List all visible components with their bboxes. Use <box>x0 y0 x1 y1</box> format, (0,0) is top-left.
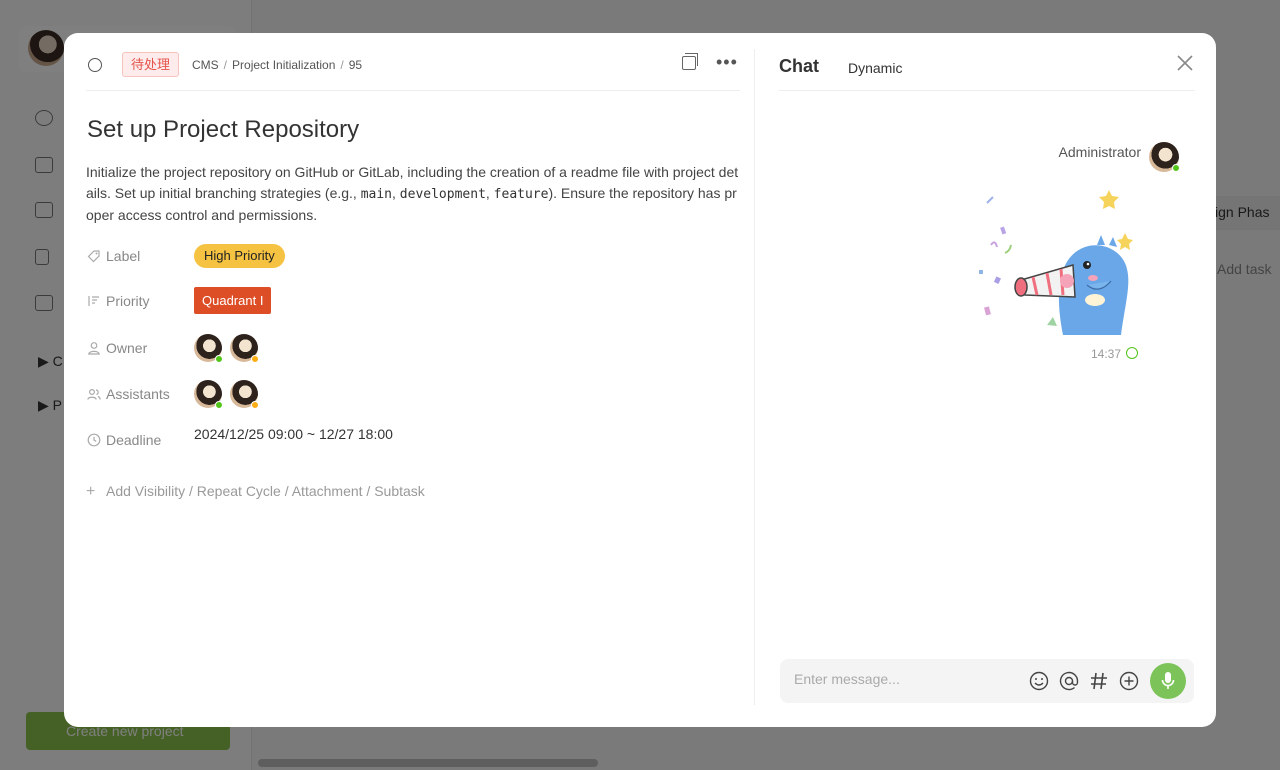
task-detail-panel: 待处理 CMS / Project Initialization/95 ••• Se… <box>86 33 740 727</box>
away-status-dot <box>251 355 260 363</box>
microphone-icon <box>1161 672 1175 689</box>
users-icon <box>87 388 101 400</box>
priority-tag[interactable]: Quadrant I <box>194 287 272 314</box>
priority-icon <box>88 296 99 306</box>
chat-tabs: Chat Dynamic <box>779 53 1195 91</box>
sticker-image[interactable] <box>975 185 1133 335</box>
away-status-dot <box>251 401 260 409</box>
read-status-icon <box>1126 347 1138 359</box>
field-label-value[interactable]: High Priority <box>194 244 285 268</box>
field-owner: Owner <box>86 334 740 363</box>
task-header: 待处理 CMS / Project Initialization/95 ••• <box>86 51 740 79</box>
task-description[interactable]: Initialize the project repository on Git… <box>86 162 740 226</box>
more-options-icon[interactable]: ••• <box>716 53 738 71</box>
hashtag-icon[interactable] <box>1088 670 1110 692</box>
owner-avatar[interactable] <box>194 334 223 363</box>
assistant-avatars[interactable] <box>194 380 262 413</box>
add-more-fields[interactable]: + Add Visibility / Repeat Cycle / Attachm… <box>86 483 425 501</box>
assistant-avatar[interactable] <box>194 380 223 409</box>
close-icon[interactable] <box>1175 53 1195 73</box>
owner-avatars[interactable] <box>194 334 262 367</box>
breadcrumb-column[interactable]: Project Initialization <box>232 58 335 72</box>
task-title[interactable]: Set up Project Repository <box>87 116 359 144</box>
plus-icon: + <box>86 483 96 500</box>
voice-record-button[interactable] <box>1150 663 1186 699</box>
user-icon <box>88 342 100 355</box>
panel-divider <box>754 49 755 705</box>
deadline-value[interactable]: 2024/12/25 09:00 ~ 12/27 18:00 <box>194 420 393 448</box>
breadcrumb-project[interactable]: CMS <box>192 58 219 72</box>
assistant-avatar[interactable] <box>230 380 260 409</box>
field-deadline-name: Deadline <box>106 432 162 448</box>
field-priority-name: Priority <box>106 293 150 309</box>
breadcrumb-task-id: 95 <box>348 58 363 72</box>
message-input[interactable] <box>794 671 1014 687</box>
field-label-name: Label <box>106 248 141 264</box>
tab-dynamic[interactable]: Dynamic <box>848 60 902 76</box>
online-status-dot <box>215 355 223 363</box>
owner-avatar[interactable] <box>230 334 260 363</box>
field-priority-value[interactable]: Quadrant I <box>194 287 272 314</box>
copy-icon[interactable] <box>682 53 698 70</box>
emoji-icon[interactable] <box>1028 670 1050 692</box>
field-assistants: Assistants <box>86 380 740 409</box>
tab-chat[interactable]: Chat <box>779 56 819 77</box>
clock-icon <box>87 433 101 447</box>
field-deadline: Deadline 2024/12/25 09:00 ~ 12/27 18:00 <box>86 426 740 454</box>
label-pill[interactable]: High Priority <box>194 244 285 268</box>
field-owner-name: Owner <box>106 340 148 356</box>
chat-panel: Chat Dynamic Administrator 14:37 Enter m… <box>779 33 1195 727</box>
status-badge[interactable]: 待处理 <box>122 52 180 77</box>
add-circle-icon[interactable] <box>1118 670 1140 692</box>
breadcrumb: CMS / Project Initialization/95 <box>192 58 363 72</box>
mention-icon[interactable] <box>1058 670 1080 692</box>
online-status-dot <box>1172 164 1180 172</box>
field-assistants-name: Assistants <box>106 386 170 402</box>
message-sender: Administrator <box>1058 144 1141 160</box>
complete-checkbox[interactable] <box>88 58 102 72</box>
add-more-label[interactable]: Add Visibility / Repeat Cycle / Attachme… <box>106 483 425 499</box>
message-composer <box>780 659 1194 703</box>
header-divider <box>86 90 740 91</box>
sender-avatar[interactable] <box>1149 142 1180 172</box>
tag-icon <box>87 250 100 263</box>
field-label: Label High Priority <box>86 242 740 270</box>
task-detail-modal: 待处理 CMS / Project Initialization/95 ••• Se… <box>64 33 1216 727</box>
field-priority: Priority Quadrant I <box>86 287 740 315</box>
message-time: 14:37 <box>1091 347 1122 361</box>
online-status-dot <box>215 401 223 409</box>
